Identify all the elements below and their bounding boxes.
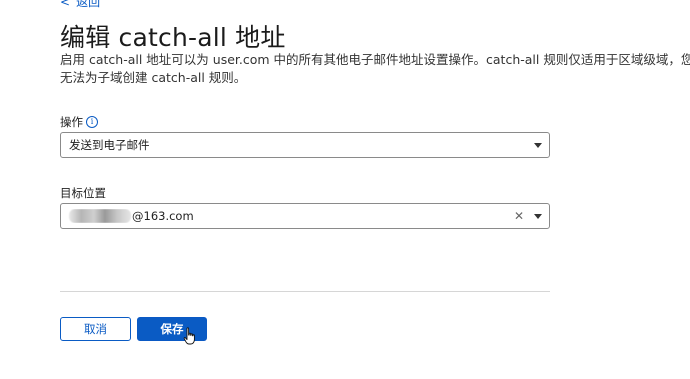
destination-field-label: 目标位置 [60,185,106,201]
chevron-left-icon: < [60,0,71,9]
action-field-label: 操作 i [60,114,98,130]
close-icon[interactable]: ✕ [514,209,524,223]
back-link[interactable]: < 返回 [60,0,100,10]
destination-label-text: 目标位置 [60,186,106,200]
chevron-down-icon[interactable] [534,142,542,148]
destination-select[interactable]: @163.com ✕ [60,203,550,229]
cancel-button[interactable]: 取消 [60,317,131,341]
back-link-label: 返回 [76,0,101,9]
action-select[interactable]: 发送到电子邮件 [60,132,550,158]
action-label-text: 操作 [60,115,83,129]
page-description: 启用 catch-all 地址可以为 user.com 中的所有其他电子邮件地址… [60,52,690,85]
destination-email-domain: @163.com [132,208,194,223]
page-title: 编辑 catch-all 地址 [60,23,286,52]
divider [60,291,550,292]
hand-pointer-icon [183,327,195,345]
redacted-email-local-part [69,209,131,224]
action-select-value: 发送到电子邮件 [69,138,150,152]
destination-select-value: @163.com [61,209,514,224]
chevron-down-icon[interactable] [534,213,542,219]
info-icon[interactable]: i [86,116,98,128]
